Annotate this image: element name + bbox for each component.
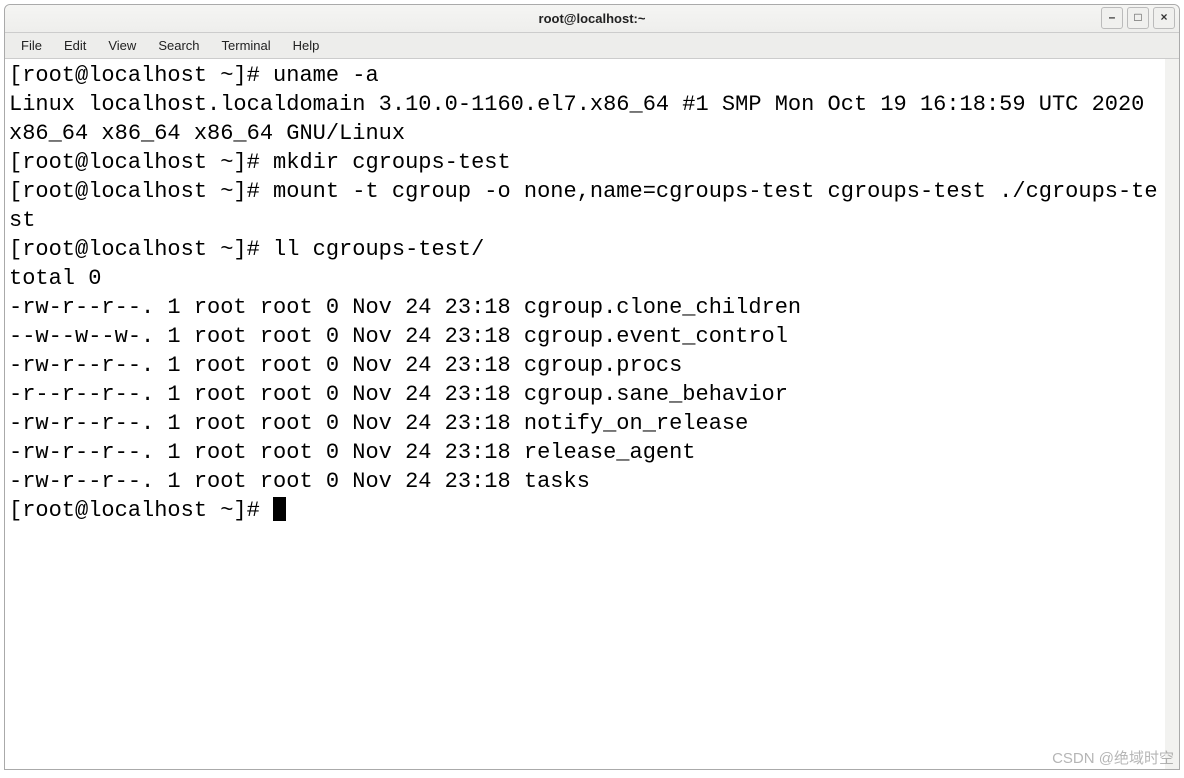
cmd-mkdir: mkdir cgroups-test [273,150,511,175]
prompt: [root@localhost ~]# [9,179,273,204]
titlebar[interactable]: root@localhost:~ – □ × [5,5,1179,33]
menu-view[interactable]: View [98,35,146,56]
menu-file[interactable]: File [11,35,52,56]
ls-row: -r--r--r--. 1 root root 0 Nov 24 23:18 c… [9,382,788,407]
terminal-window: root@localhost:~ – □ × File Edit View Se… [4,4,1180,770]
cmd-uname: uname -a [273,63,379,88]
menu-help[interactable]: Help [283,35,330,56]
menu-search[interactable]: Search [148,35,209,56]
minimize-button[interactable]: – [1101,7,1123,29]
ls-row: -rw-r--r--. 1 root root 0 Nov 24 23:18 t… [9,469,590,494]
prompt: [root@localhost ~]# [9,63,273,88]
menu-terminal[interactable]: Terminal [212,35,281,56]
prompt: [root@localhost ~]# [9,150,273,175]
ls-row: -rw-r--r--. 1 root root 0 Nov 24 23:18 c… [9,295,801,320]
out-total: total 0 [9,266,101,291]
window-controls: – □ × [1101,7,1175,29]
ls-row: --w--w--w-. 1 root root 0 Nov 24 23:18 c… [9,324,788,349]
window-title: root@localhost:~ [5,11,1179,26]
maximize-button[interactable]: □ [1127,7,1149,29]
out-uname: Linux localhost.localdomain 3.10.0-1160.… [9,92,1158,146]
ls-row: -rw-r--r--. 1 root root 0 Nov 24 23:18 c… [9,353,682,378]
prompt: [root@localhost ~]# [9,237,273,262]
terminal-body[interactable]: [root@localhost ~]# uname -a Linux local… [5,59,1179,769]
menubar: File Edit View Search Terminal Help [5,33,1179,59]
prompt: [root@localhost ~]# [9,498,273,523]
ls-row: -rw-r--r--. 1 root root 0 Nov 24 23:18 n… [9,411,748,436]
close-button[interactable]: × [1153,7,1175,29]
ls-row: -rw-r--r--. 1 root root 0 Nov 24 23:18 r… [9,440,696,465]
menu-edit[interactable]: Edit [54,35,96,56]
cursor-icon [273,497,286,521]
cmd-ll: ll cgroups-test/ [273,237,484,262]
